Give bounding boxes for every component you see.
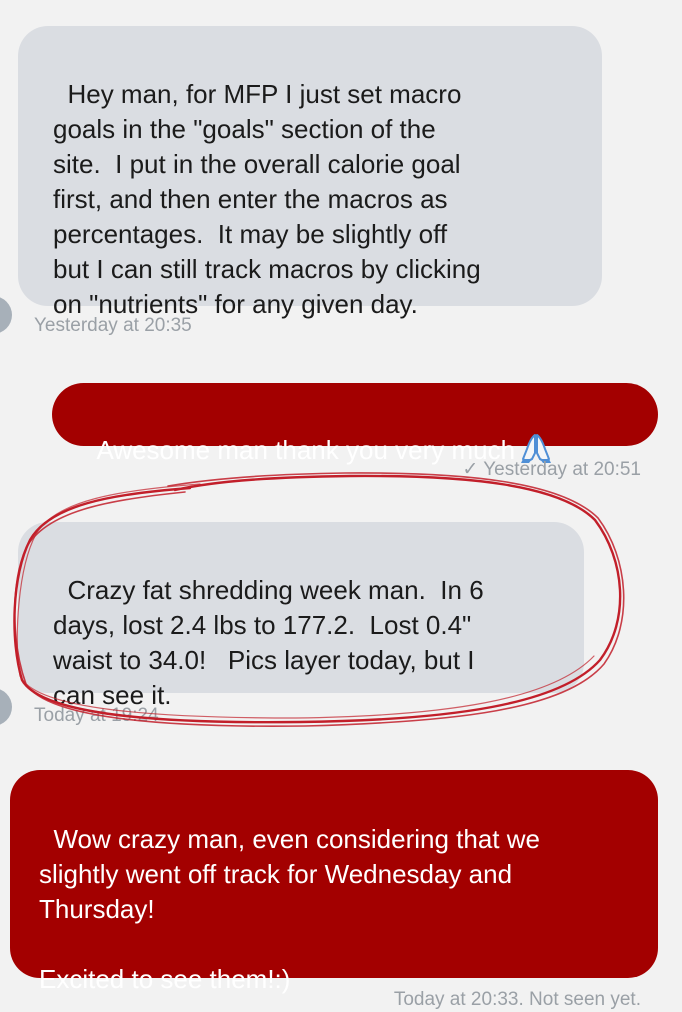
incoming-message-bubble[interactable]: Crazy fat shredding week man. In 6 days,…: [18, 522, 584, 710]
message-timestamp: Yesterday at 20:35: [34, 315, 192, 336]
message-timestamp: Today at 19:24: [34, 705, 159, 726]
message-text: Awesome man thank you very much: [96, 435, 516, 465]
message-timestamp: Today at 20:33. Not seen yet.: [393, 989, 641, 1010]
message-text: Crazy fat shredding week man. In 6 days,…: [53, 575, 484, 710]
message-text: Wow crazy man, even considering that we …: [39, 824, 540, 994]
incoming-message-bubble[interactable]: Hey man, for MFP I just set macro goals …: [18, 26, 602, 319]
message-text: Hey man, for MFP I just set macro goals …: [53, 79, 481, 319]
sender-avatar[interactable]: [0, 296, 12, 334]
outgoing-message-bubble[interactable]: Awesome man thank you very much: [52, 383, 658, 465]
outgoing-message-bubble[interactable]: Wow crazy man, even considering that we …: [10, 770, 658, 994]
sender-avatar[interactable]: [0, 688, 12, 726]
message-timestamp: ✓ Yesterday at 20:51: [462, 459, 641, 480]
